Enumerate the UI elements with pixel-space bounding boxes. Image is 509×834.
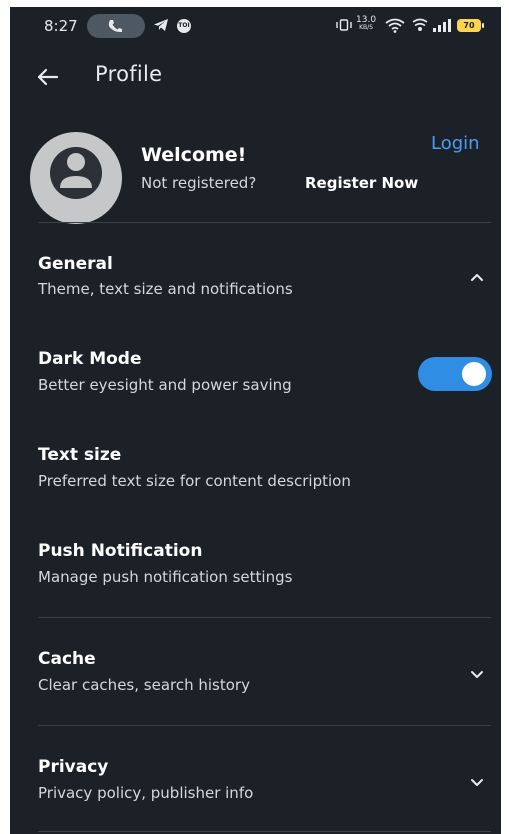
- telegram-icon: [154, 19, 168, 31]
- network-speed-unit: KB/S: [359, 24, 373, 31]
- wifi-icon: [385, 18, 405, 33]
- user-silhouette-icon: [50, 147, 102, 199]
- register-now-link[interactable]: Register Now: [305, 174, 418, 192]
- chevron-up-icon[interactable]: [468, 268, 486, 286]
- dark-mode-title: Dark Mode: [38, 349, 142, 369]
- general-section-header[interactable]: General Theme, text size and notificatio…: [10, 242, 501, 312]
- text-size-title: Text size: [38, 445, 122, 465]
- toggle-knob: [462, 362, 486, 386]
- page-title: Profile: [95, 62, 163, 86]
- login-link[interactable]: Login: [431, 133, 480, 154]
- cache-title: Cache: [38, 649, 96, 669]
- push-notification-title: Push Notification: [38, 541, 203, 561]
- chevron-down-icon[interactable]: [468, 665, 486, 683]
- back-button[interactable]: [32, 61, 64, 93]
- privacy-subtitle: Privacy policy, publisher info: [38, 784, 254, 802]
- phone-call-icon: [108, 20, 122, 33]
- divider: [38, 831, 491, 832]
- cache-section-header[interactable]: Cache Clear caches, search history: [10, 637, 501, 707]
- general-title: General: [38, 254, 113, 274]
- register-prompt: Not registered?: [141, 174, 257, 192]
- push-notification-subtitle: Manage push notification settings: [38, 568, 293, 586]
- text-size-setting[interactable]: Text size Preferred text size for conten…: [10, 433, 501, 503]
- battery-icon: 70: [457, 19, 484, 32]
- cache-subtitle: Clear caches, search history: [38, 676, 250, 694]
- push-notification-setting[interactable]: Push Notification Manage push notificati…: [10, 529, 501, 599]
- avatar[interactable]: [30, 132, 122, 224]
- divider: [38, 222, 491, 223]
- network-speed-value: 13.0: [356, 15, 377, 25]
- privacy-section-header[interactable]: Privacy Privacy policy, publisher info: [10, 745, 501, 815]
- network-speed: 13.0 KB/S: [356, 16, 376, 32]
- chevron-down-icon[interactable]: [468, 773, 486, 791]
- dark-mode-subtitle: Better eyesight and power saving: [38, 376, 292, 394]
- welcome-heading: Welcome!: [141, 144, 247, 166]
- vibrate-icon: [336, 19, 352, 31]
- volte-icon: [412, 18, 428, 31]
- signal-icon: [433, 19, 451, 32]
- ongoing-call-chip[interactable]: [87, 14, 145, 38]
- divider: [38, 725, 491, 726]
- status-time: 8:27: [44, 17, 78, 35]
- app-screen: 8:27 TOI 13.0 KB/S 70 Profile Welcome! L…: [10, 7, 501, 834]
- toi-icon: TOI: [177, 19, 191, 33]
- dark-mode-toggle[interactable]: [418, 357, 492, 391]
- privacy-title: Privacy: [38, 757, 109, 777]
- arrow-left-icon: [37, 68, 59, 86]
- general-subtitle: Theme, text size and notifications: [38, 280, 293, 298]
- divider: [38, 617, 491, 618]
- status-bar: 8:27 TOI 13.0 KB/S 70: [10, 7, 501, 45]
- text-size-subtitle: Preferred text size for content descript…: [38, 472, 351, 490]
